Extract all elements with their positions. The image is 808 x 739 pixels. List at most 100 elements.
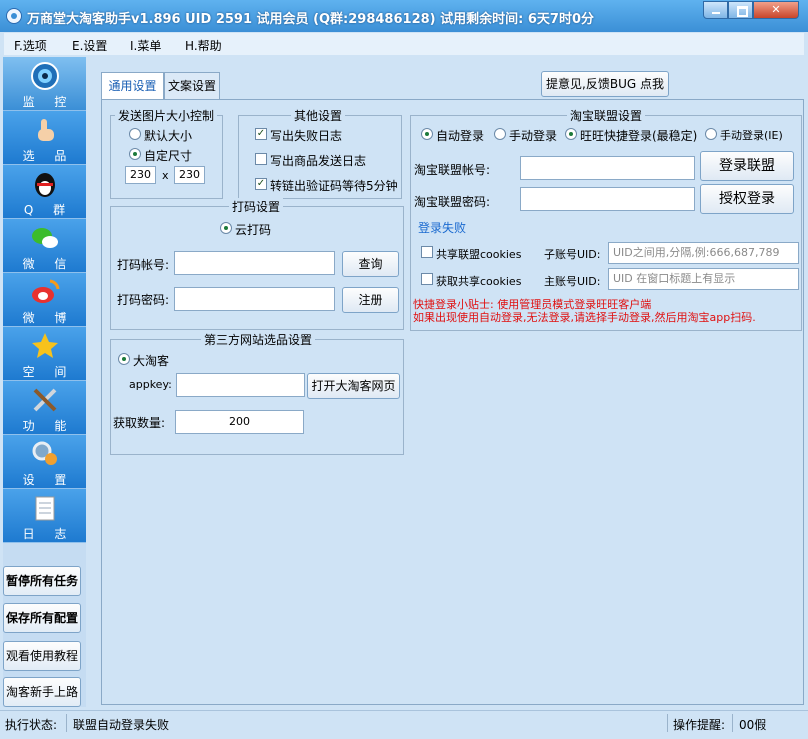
dataoke-label: 大淘客: [133, 354, 170, 368]
custom-size-radio[interactable]: [129, 148, 141, 160]
group-title: 第三方网站选品设置: [201, 331, 316, 348]
share-cookies-label: 共享联盟cookies: [436, 248, 522, 261]
notepad-icon: [35, 496, 55, 521]
window-title: 万商堂大淘客助手v1.896 UID 2591 试用会员 (Q群:2984861…: [27, 12, 594, 27]
captcha-password-label: 打码密码:: [117, 293, 170, 307]
group-title: 打码设置: [229, 198, 284, 215]
share-cookies-checkbox[interactable]: [421, 246, 433, 258]
wangwang-login-radio[interactable]: [565, 128, 577, 140]
captcha-account-label: 打码帐号:: [117, 258, 170, 272]
nav-label: 监 控: [22, 95, 75, 109]
sub-uid-label: 子账号UID:: [544, 248, 601, 261]
auto-login-label: 自动登录: [436, 129, 485, 143]
auto-login-radio[interactable]: [421, 128, 433, 140]
menu-menu[interactable]: I.菜单: [130, 37, 161, 54]
nav-label: 设 置: [22, 473, 75, 487]
status-label: 执行状态:: [5, 718, 58, 732]
write-failure-log-checkbox[interactable]: ✓: [255, 128, 267, 140]
sub-uid-input[interactable]: UID之间用,分隔,例:666,687,789: [608, 242, 799, 264]
appkey-input[interactable]: [176, 373, 305, 397]
weibo-icon: [32, 279, 60, 303]
register-button[interactable]: 注册: [342, 287, 399, 313]
tab-general-settings[interactable]: 通用设置: [101, 72, 164, 101]
alliance-password-input[interactable]: [520, 187, 695, 211]
get-cookies-checkbox[interactable]: [421, 273, 433, 285]
beginner-guide-button[interactable]: 淘客新手上路: [3, 677, 81, 707]
nav-label: 微 信: [22, 257, 75, 271]
hint-value: 00假: [739, 718, 767, 732]
status-separator: [732, 714, 733, 732]
tab-copy-settings[interactable]: 文案设置: [164, 72, 220, 99]
status-text: 联盟自动登录失败: [73, 718, 170, 732]
feedback-button[interactable]: 提意见,反馈BUG 点我: [541, 71, 669, 97]
group-title: 淘宝联盟设置: [567, 107, 646, 124]
query-button[interactable]: 查询: [342, 251, 399, 277]
nav-qq-group[interactable]: Q 群: [3, 165, 86, 219]
manual-login-radio[interactable]: [494, 128, 506, 140]
pause-all-tasks-button[interactable]: 暂停所有任务: [3, 566, 81, 596]
maximize-button[interactable]: [728, 1, 753, 19]
group-title: 其他设置: [291, 107, 346, 124]
write-send-log-label: 写出商品发送日志: [270, 154, 367, 168]
tools-icon: [33, 388, 57, 412]
fetch-count-input[interactable]: 200: [175, 410, 304, 434]
appkey-label: appkey:: [129, 378, 172, 391]
nav-log[interactable]: 日 志: [3, 489, 86, 543]
tutorial-button[interactable]: 观看使用教程: [3, 641, 81, 671]
cloud-captcha-radio[interactable]: [220, 222, 232, 234]
qq-penguin-icon: [35, 173, 55, 197]
captcha-password-input[interactable]: [174, 287, 335, 311]
nav-weibo[interactable]: 微 博: [3, 273, 86, 327]
nav-label: 空 间: [22, 365, 75, 379]
nav-label: 功 能: [22, 419, 75, 433]
nav-select[interactable]: 选 品: [3, 111, 86, 165]
cloud-captcha-label: 云打码: [235, 223, 272, 237]
nav-monitor[interactable]: 监 控: [3, 57, 86, 111]
main-uid-label: 主账号UID:: [544, 275, 601, 288]
write-send-log-checkbox[interactable]: [255, 153, 267, 165]
manual-ie-login-radio[interactable]: [705, 128, 717, 140]
menu-options[interactable]: F.选项: [14, 37, 47, 54]
size-separator: x: [162, 169, 169, 182]
custom-size-label: 自定尺寸: [144, 149, 193, 163]
login-tip-2: 如果出现使用自动登录,无法登录,请选择手动登录,然后用淘宝app扫码.: [413, 311, 756, 324]
nav-label: 选 品: [22, 149, 75, 163]
open-dataoke-button[interactable]: 打开大淘客网页: [307, 373, 400, 399]
captcha-account-input[interactable]: [174, 251, 335, 275]
get-cookies-label: 获取共享cookies: [436, 275, 522, 288]
nav-label: 微 博: [22, 311, 75, 325]
nav-label: Q 群: [23, 203, 74, 217]
alliance-account-label: 淘宝联盟帐号:: [414, 163, 491, 177]
menu-settings[interactable]: E.设置: [72, 37, 107, 54]
dataoke-radio[interactable]: [118, 353, 130, 365]
manual-login-label: 手动登录: [509, 129, 558, 143]
nav-functions[interactable]: 功 能: [3, 381, 86, 435]
eye-icon: [31, 62, 59, 90]
nav-qzone[interactable]: 空 间: [3, 327, 86, 381]
wechat-icon: [32, 228, 58, 248]
nav-settings[interactable]: 设 置: [3, 435, 86, 489]
captcha-wait-checkbox[interactable]: ✓: [255, 178, 267, 190]
group-title: 发送图片大小控制: [115, 107, 218, 124]
save-all-config-button[interactable]: 保存所有配置: [3, 603, 81, 633]
manual-ie-login-label: 手动登录(IE): [720, 129, 783, 142]
close-button[interactable]: ✕: [753, 1, 799, 19]
main-uid-input[interactable]: UID 在窗口标题上有显示: [608, 268, 799, 290]
minimize-button[interactable]: [703, 1, 728, 19]
status-separator: [66, 714, 67, 732]
gear-icon: [32, 441, 57, 465]
authorize-login-button[interactable]: 授权登录: [700, 184, 794, 214]
alliance-password-label: 淘宝联盟密码:: [414, 195, 491, 209]
image-width-input[interactable]: 230: [125, 166, 156, 184]
nav-wechat[interactable]: 微 信: [3, 219, 86, 273]
close-icon: ✕: [771, 3, 781, 16]
default-size-label: 默认大小: [144, 129, 193, 143]
menu-bar: F.选项 E.设置 I.菜单 H.帮助: [4, 33, 804, 55]
menu-help[interactable]: H.帮助: [185, 37, 222, 54]
hand-pointer-icon: [38, 119, 54, 141]
login-alliance-button[interactable]: 登录联盟: [700, 151, 794, 181]
default-size-radio[interactable]: [129, 128, 141, 140]
alliance-account-input[interactable]: [520, 156, 695, 180]
image-height-input[interactable]: 230: [174, 166, 205, 184]
status-separator: [667, 714, 668, 732]
